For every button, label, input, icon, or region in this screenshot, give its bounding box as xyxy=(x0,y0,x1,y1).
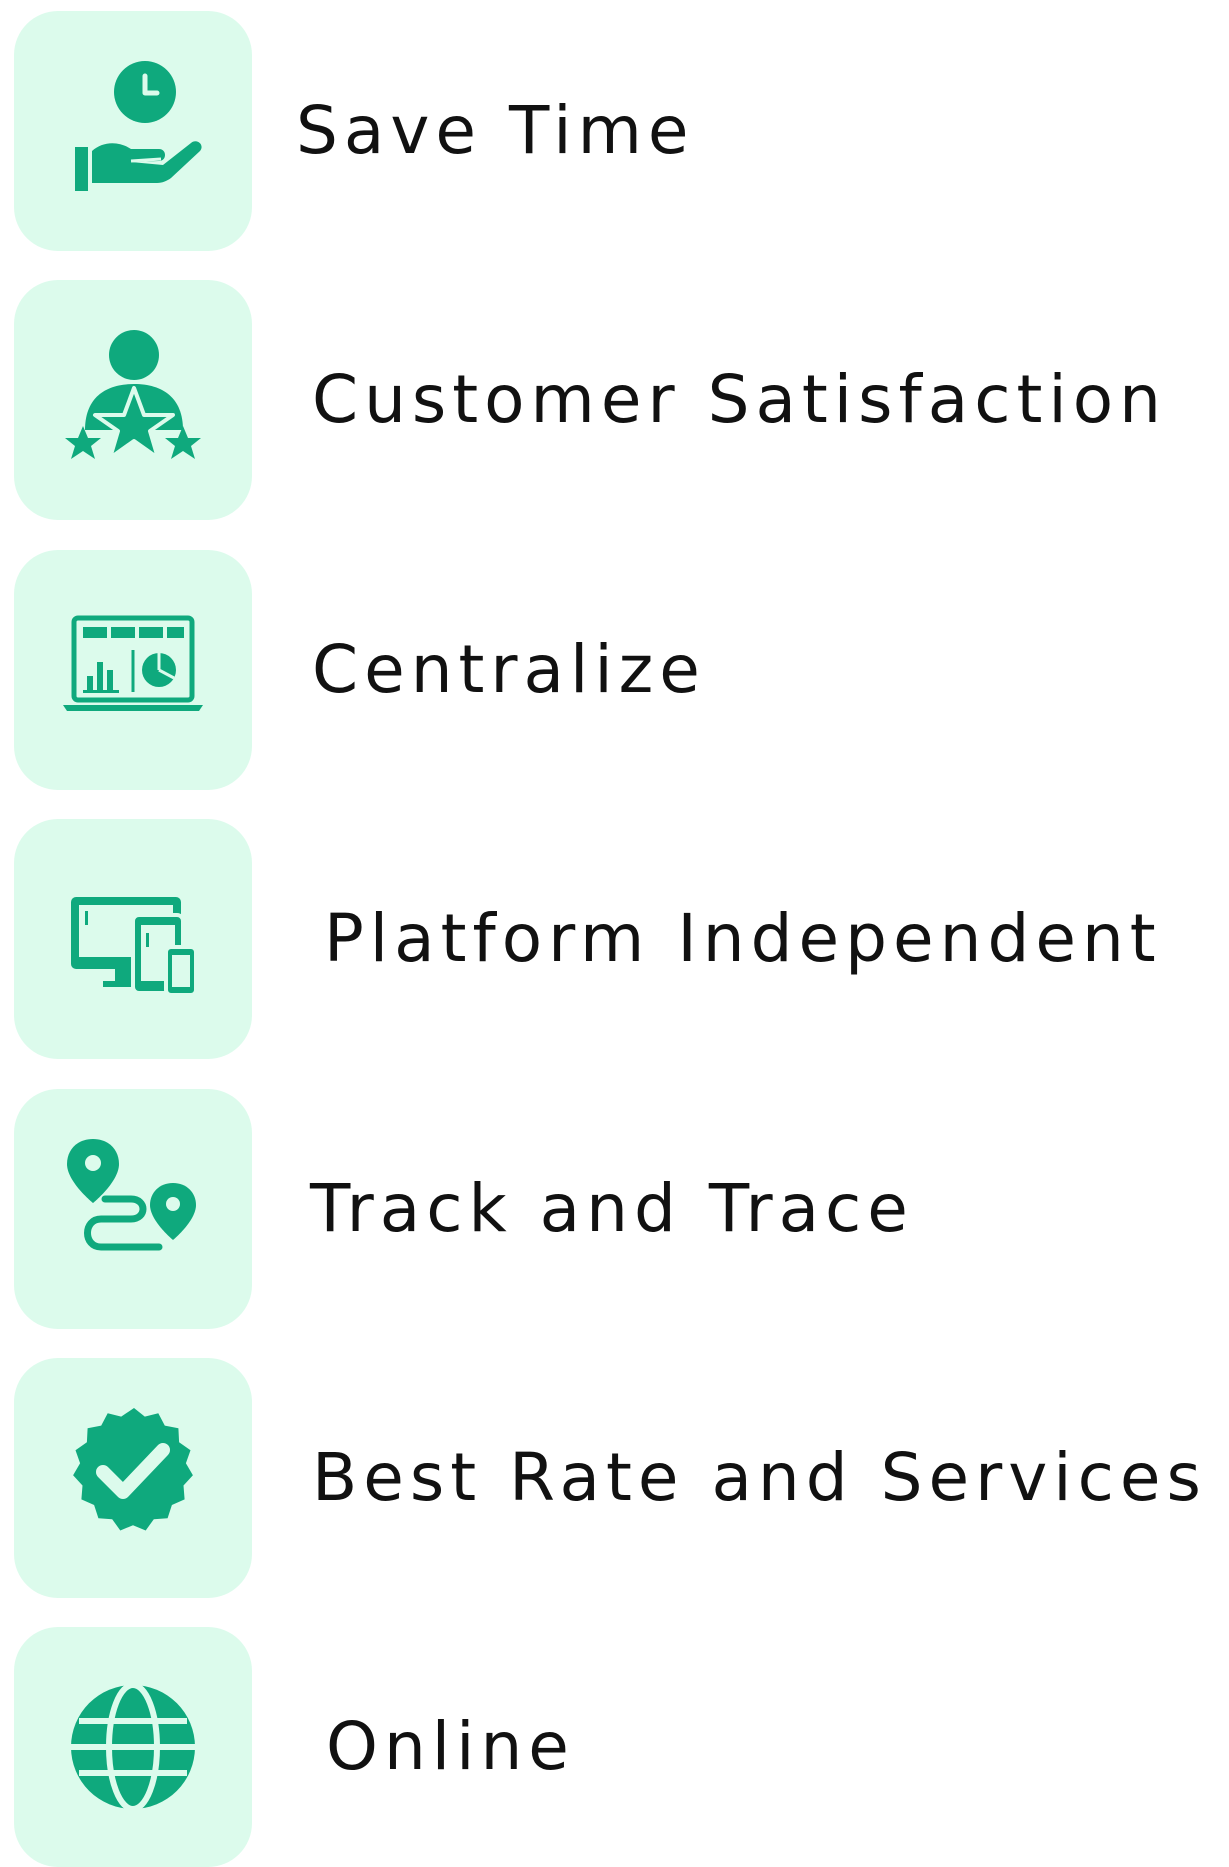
laptop-dashboard-icon xyxy=(63,615,203,711)
route-pins-icon xyxy=(67,1139,196,1251)
feature-item-centralize: Centralize xyxy=(0,550,1229,790)
feature-label: Track and Trace xyxy=(310,1170,914,1247)
feature-label: Online xyxy=(326,1708,575,1785)
feature-label: Centralize xyxy=(312,631,706,708)
feature-item-customer-satisfaction: Customer Satisfaction xyxy=(0,280,1229,520)
feature-tile xyxy=(14,1089,252,1329)
feature-item-platform-independent: Platform Independent xyxy=(0,819,1229,1059)
multi-device-icon xyxy=(71,897,198,997)
verified-badge-icon xyxy=(73,1408,193,1531)
feature-tile xyxy=(14,280,252,520)
feature-tile xyxy=(14,819,252,1059)
customer-stars-icon xyxy=(65,330,201,460)
feature-item-best-rate-and-services: Best Rate and Services xyxy=(0,1358,1229,1598)
feature-tile xyxy=(14,550,252,790)
feature-label: Best Rate and Services xyxy=(312,1439,1207,1516)
hand-clock-icon xyxy=(75,61,202,191)
feature-label: Platform Independent xyxy=(324,900,1162,977)
globe-icon xyxy=(71,1682,195,1812)
feature-item-track-and-trace: Track and Trace xyxy=(0,1089,1229,1329)
feature-item-save-time: Save Time xyxy=(0,11,1229,251)
feature-label: Save Time xyxy=(296,92,695,169)
feature-label: Customer Satisfaction xyxy=(312,361,1167,438)
feature-tile xyxy=(14,11,252,251)
feature-item-online: Online xyxy=(0,1627,1229,1867)
feature-tile xyxy=(14,1358,252,1598)
feature-tile xyxy=(14,1627,252,1867)
